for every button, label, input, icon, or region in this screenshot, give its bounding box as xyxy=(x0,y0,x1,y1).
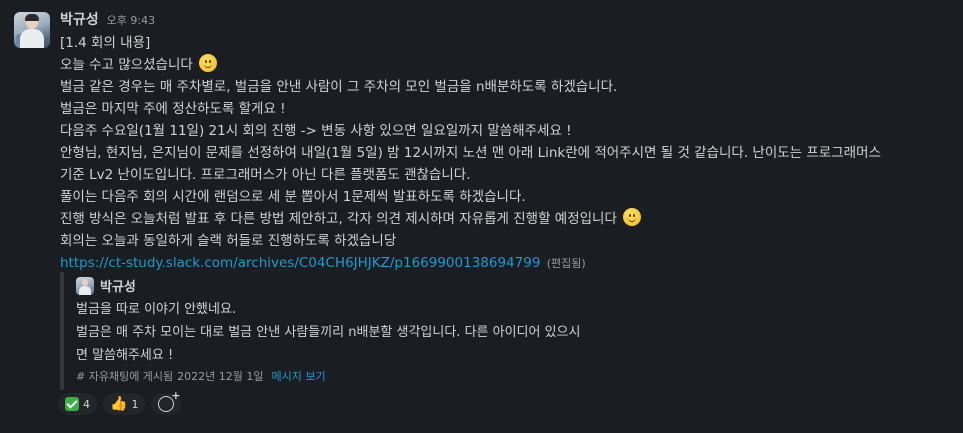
quote-line: 벌금은 매 주차 모이는 대로 벌금 안낸 사람들끼리 n배분할 생각입니다. … xyxy=(76,325,581,340)
quote-date: 2022년 12월 1일 xyxy=(177,370,264,383)
message: 박규성 오후 9:43 [1.4 회의 내용] 오늘 수고 많으셨습니다 벌금 … xyxy=(0,0,963,433)
quote-author-name[interactable]: 박규성 xyxy=(100,276,136,295)
reaction-count: 4 xyxy=(83,397,90,411)
slightly-smiling-face-icon xyxy=(199,54,218,72)
reaction-check[interactable]: 4 xyxy=(58,393,97,415)
reaction-count: 1 xyxy=(131,397,139,411)
view-message-link[interactable]: 메시지 보기 xyxy=(272,368,326,384)
message-line: [1.4 회의 내용] xyxy=(60,35,151,51)
quote-channel[interactable]: # 자유채팅에 게시됨 xyxy=(76,368,173,384)
message-header: 박규성 오후 9:43 xyxy=(60,9,155,29)
message-line: 벌금은 마지막 주에 정산하도록 할게요 ! xyxy=(60,101,286,117)
author-avatar[interactable] xyxy=(14,12,50,48)
message-line: 오늘 수고 많으셨습니다 xyxy=(60,54,952,76)
message-line: 벌금 같은 경우는 매 주차별로, 벌금을 안낸 사람이 그 주차의 모인 벌금… xyxy=(60,79,618,95)
message-line: 회의는 오늘과 동일하게 슬랙 허들로 진행하도록 하겠습니당 xyxy=(60,233,397,249)
message-line: 기준 Lv2 난이도입니다. 프로그래머스가 아닌 다른 플랫폼도 괜찮습니다. xyxy=(60,167,471,183)
reaction-thumbs-up[interactable]: 👍 1 xyxy=(103,393,146,415)
message-line: 안형님, 현지님, 은지님이 문제를 선정하여 내일(1월 5일) 밤 12시까… xyxy=(60,145,881,161)
message-body: [1.4 회의 내용] 오늘 수고 많으셨습니다 벌금 같은 경우는 매 주차별… xyxy=(60,32,952,274)
white-check-mark-icon xyxy=(65,397,79,411)
slightly-smiling-face-icon xyxy=(623,208,642,226)
quote-line: 면 말씀해주세요 ! xyxy=(76,348,174,363)
add-emoji-icon xyxy=(158,389,180,412)
message-line: 진행 방식은 오늘처럼 발표 후 다른 방법 제안하고, 각자 의견 제시하며 … xyxy=(60,208,952,230)
quoted-message[interactable]: 박규성 벌금을 따로 이야기 안했네요. 벌금은 매 주차 모이는 대로 벌금 … xyxy=(60,272,884,390)
archive-link[interactable]: https://ct-study.slack.com/archives/C04C… xyxy=(60,255,540,271)
message-line: 다음주 수요일(1월 11일) 21시 회의 진행 -> 변동 사항 있으면 일… xyxy=(60,123,572,139)
message-link-line: https://ct-study.slack.com/archives/C04C… xyxy=(60,252,952,274)
quote-line: 벌금을 따로 이야기 안했네요. xyxy=(76,302,237,317)
message-line: 풀이는 다음주 회의 시간에 랜덤으로 세 분 뽑아서 1문제씩 발표하도록 하… xyxy=(60,189,526,205)
author-name[interactable]: 박규성 xyxy=(60,9,99,29)
reaction-bar: 4 👍 1 xyxy=(58,389,182,415)
thumbs-up-icon: 👍 xyxy=(110,396,128,412)
quote-footer: # 자유채팅에 게시됨 2022년 12월 1일 메시지 보기 xyxy=(76,368,326,384)
quote-body: 벌금을 따로 이야기 안했네요. 벌금은 매 주차 모이는 대로 벌금 안낸 사… xyxy=(76,298,580,367)
message-timestamp[interactable]: 오후 9:43 xyxy=(107,12,155,28)
add-reaction-button[interactable] xyxy=(151,389,182,415)
quote-author-avatar xyxy=(76,276,94,295)
edited-label: (편집됨) xyxy=(546,257,586,270)
quote-header: 박규성 xyxy=(76,276,136,295)
